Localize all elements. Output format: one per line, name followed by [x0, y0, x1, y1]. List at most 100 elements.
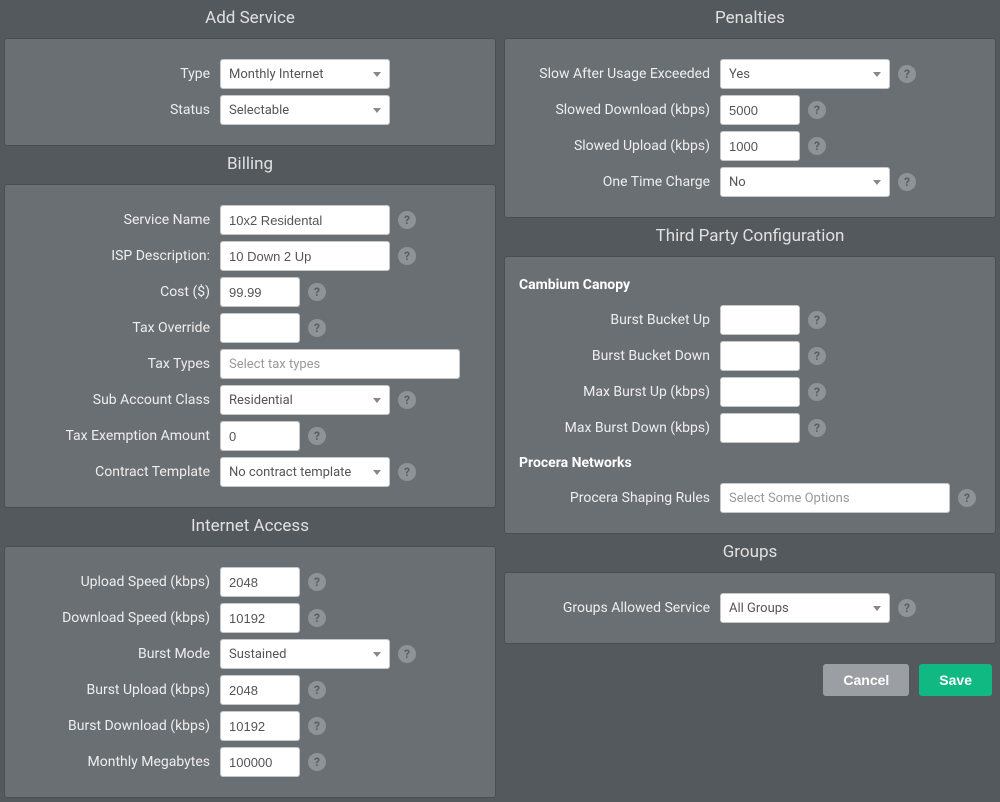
max-burst-down-input[interactable] — [720, 413, 800, 443]
upload-label: Upload Speed (kbps) — [15, 574, 210, 590]
max-burst-up-input[interactable] — [720, 377, 800, 407]
procera-rules-multiselect[interactable]: Select Some Options — [720, 483, 950, 513]
help-icon[interactable]: ? — [808, 383, 826, 401]
third-party-panel: Cambium Canopy Burst Bucket Up ? Burst B… — [504, 256, 996, 534]
chevron-down-icon — [373, 72, 381, 77]
internet-title: Internet Access — [4, 512, 496, 542]
sub-account-label: Sub Account Class — [15, 392, 210, 408]
cost-input[interactable] — [220, 277, 300, 307]
burst-download-input[interactable] — [220, 711, 300, 741]
cancel-button[interactable]: Cancel — [823, 664, 909, 696]
help-icon[interactable]: ? — [308, 609, 326, 627]
chevron-down-icon — [873, 606, 881, 611]
internet-panel: Upload Speed (kbps) ? Download Speed (kb… — [4, 546, 496, 798]
upload-input[interactable] — [220, 567, 300, 597]
action-buttons: Cancel Save — [504, 648, 996, 702]
help-icon[interactable]: ? — [398, 463, 416, 481]
help-icon[interactable]: ? — [308, 427, 326, 445]
billing-panel: Service Name ? ISP Description: ? Cost (… — [4, 184, 496, 508]
help-icon[interactable]: ? — [308, 681, 326, 699]
add-service-panel: Type Monthly Internet Status Selectable — [4, 38, 496, 146]
isp-desc-input[interactable] — [220, 241, 390, 271]
burst-mode-value: Sustained — [229, 647, 286, 662]
chevron-down-icon — [373, 470, 381, 475]
chevron-down-icon — [873, 180, 881, 185]
billing-title: Billing — [4, 150, 496, 180]
burst-mode-label: Burst Mode — [15, 646, 210, 662]
help-icon[interactable]: ? — [808, 101, 826, 119]
one-time-select[interactable]: No — [720, 167, 890, 197]
help-icon[interactable]: ? — [398, 247, 416, 265]
help-icon[interactable]: ? — [898, 173, 916, 191]
groups-allowed-value: All Groups — [729, 601, 789, 616]
help-icon[interactable]: ? — [958, 489, 976, 507]
one-time-value: No — [729, 175, 746, 190]
chevron-down-icon — [873, 72, 881, 77]
procera-subhead: Procera Networks — [515, 449, 979, 477]
status-select-value: Selectable — [229, 103, 289, 118]
slowed-up-input[interactable] — [720, 131, 800, 161]
help-icon[interactable]: ? — [398, 645, 416, 663]
help-icon[interactable]: ? — [808, 137, 826, 155]
slowed-down-label: Slowed Download (kbps) — [515, 102, 710, 118]
groups-title: Groups — [504, 538, 996, 568]
service-name-label: Service Name — [15, 212, 210, 228]
help-icon[interactable]: ? — [308, 753, 326, 771]
slowed-down-input[interactable] — [720, 95, 800, 125]
help-icon[interactable]: ? — [808, 419, 826, 437]
procera-rules-label: Procera Shaping Rules — [515, 490, 710, 506]
penalties-title: Penalties — [504, 4, 996, 34]
type-select[interactable]: Monthly Internet — [220, 59, 390, 89]
groups-panel: Groups Allowed Service All Groups ? — [504, 572, 996, 644]
tax-override-label: Tax Override — [15, 320, 210, 336]
tax-types-label: Tax Types — [15, 356, 210, 372]
service-name-input[interactable] — [220, 205, 390, 235]
burst-download-label: Burst Download (kbps) — [15, 718, 210, 734]
slow-after-select[interactable]: Yes — [720, 59, 890, 89]
burst-bucket-down-label: Burst Bucket Down — [515, 348, 710, 364]
download-input[interactable] — [220, 603, 300, 633]
cost-label: Cost ($) — [15, 284, 210, 300]
help-icon[interactable]: ? — [898, 599, 916, 617]
chevron-down-icon — [373, 398, 381, 403]
tax-types-multiselect[interactable]: Select tax types — [220, 349, 460, 379]
help-icon[interactable]: ? — [398, 211, 416, 229]
help-icon[interactable]: ? — [308, 283, 326, 301]
chevron-down-icon — [373, 108, 381, 113]
monthly-mb-input[interactable] — [220, 747, 300, 777]
help-icon[interactable]: ? — [308, 717, 326, 735]
help-icon[interactable]: ? — [808, 347, 826, 365]
burst-mode-select[interactable]: Sustained — [220, 639, 390, 669]
sub-account-value: Residential — [229, 393, 293, 408]
add-service-title: Add Service — [4, 4, 496, 34]
slow-after-label: Slow After Usage Exceeded — [515, 66, 710, 82]
contract-select[interactable]: No contract template — [220, 457, 390, 487]
type-select-value: Monthly Internet — [229, 67, 324, 82]
download-label: Download Speed (kbps) — [15, 610, 210, 626]
contract-label: Contract Template — [15, 464, 210, 480]
one-time-label: One Time Charge — [515, 174, 710, 190]
third-party-title: Third Party Configuration — [504, 222, 996, 252]
sub-account-select[interactable]: Residential — [220, 385, 390, 415]
help-icon[interactable]: ? — [398, 391, 416, 409]
burst-upload-input[interactable] — [220, 675, 300, 705]
cambium-subhead: Cambium Canopy — [515, 271, 979, 299]
save-button[interactable]: Save — [919, 664, 992, 696]
help-icon[interactable]: ? — [898, 65, 916, 83]
contract-value: No contract template — [229, 465, 351, 480]
status-select[interactable]: Selectable — [220, 95, 390, 125]
tax-exempt-input[interactable] — [220, 421, 300, 451]
monthly-mb-label: Monthly Megabytes — [15, 754, 210, 770]
penalties-panel: Slow After Usage Exceeded Yes ? Slowed D… — [504, 38, 996, 218]
help-icon[interactable]: ? — [808, 311, 826, 329]
max-burst-up-label: Max Burst Up (kbps) — [515, 384, 710, 400]
type-label: Type — [15, 66, 210, 82]
burst-bucket-up-input[interactable] — [720, 305, 800, 335]
tax-override-input[interactable] — [220, 313, 300, 343]
burst-bucket-down-input[interactable] — [720, 341, 800, 371]
groups-allowed-select[interactable]: All Groups — [720, 593, 890, 623]
help-icon[interactable]: ? — [308, 319, 326, 337]
groups-allowed-label: Groups Allowed Service — [515, 600, 710, 616]
isp-desc-label: ISP Description: — [15, 248, 210, 264]
help-icon[interactable]: ? — [308, 573, 326, 591]
